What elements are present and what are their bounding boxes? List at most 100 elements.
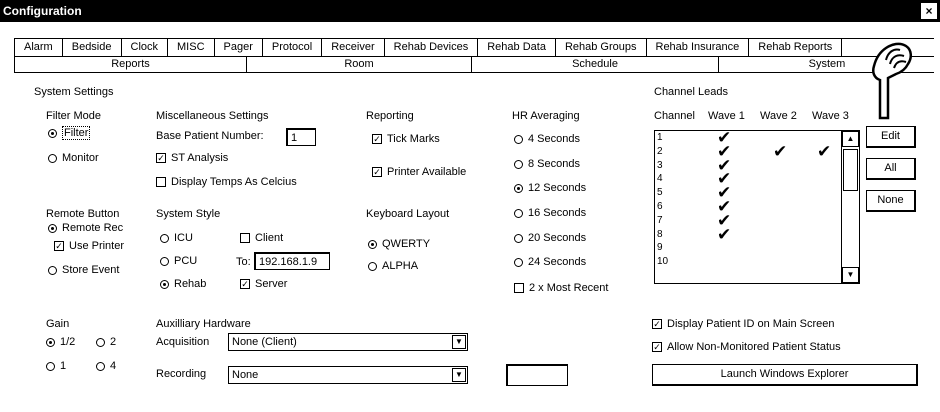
radio-dot-icon (46, 337, 55, 347)
misc-settings-label: Miscellaneous Settings (156, 110, 269, 122)
use-printer-checkbox[interactable]: ✓ Use Printer (54, 240, 124, 252)
keyboard-layout-label: Keyboard Layout (366, 208, 450, 220)
chevron-down-icon[interactable]: ▼ (452, 335, 466, 349)
monitor-radio[interactable]: Monitor (48, 152, 99, 164)
tab-room[interactable]: Room (247, 57, 472, 72)
server-checkbox[interactable]: ✓ Server (240, 278, 287, 290)
tab-schedule[interactable]: Schedule (472, 57, 719, 72)
gain-half-radio[interactable]: 1/2 (46, 336, 75, 348)
tick-marks-label: Tick Marks (387, 133, 440, 145)
gain-1-radio[interactable]: 1 (46, 360, 66, 372)
hr-averaging-label: HR Averaging (512, 110, 580, 122)
store-event-radio[interactable]: Store Event (48, 264, 119, 276)
tab-rehab-reports[interactable]: Rehab Reports (749, 39, 843, 57)
scroll-up-icon[interactable]: ▲ (842, 131, 859, 147)
tab-rehab-groups[interactable]: Rehab Groups (556, 39, 647, 57)
tab-bedside[interactable]: Bedside (63, 39, 122, 57)
tab-rehab-data[interactable]: Rehab Data (478, 39, 556, 57)
tab-protocol[interactable]: Protocol (263, 39, 323, 57)
channel-row-label[interactable]: 9 (657, 242, 663, 254)
tab-clock[interactable]: Clock (122, 39, 169, 57)
all-button[interactable]: All (866, 158, 916, 180)
none-button[interactable]: None (866, 190, 916, 212)
radio-dot-icon (160, 233, 169, 243)
tick-marks-checkbox[interactable]: ✓ Tick Marks (372, 133, 440, 145)
hr-24-seconds-radio[interactable]: 24 Seconds (514, 256, 586, 268)
launch-explorer-button[interactable]: Launch Windows Explorer (652, 364, 918, 386)
alpha-radio[interactable]: ALPHA (368, 260, 418, 272)
gain-4-radio[interactable]: 4 (96, 360, 116, 372)
tab-pager[interactable]: Pager (215, 39, 263, 57)
gain-2-radio[interactable]: 2 (96, 336, 116, 348)
hr-12-seconds-radio[interactable]: 12 Seconds (514, 182, 586, 194)
hr-12-seconds-label: 12 Seconds (528, 182, 587, 194)
recording-select[interactable]: None ▼ (228, 366, 468, 384)
qwerty-radio[interactable]: QWERTY (368, 238, 430, 250)
most-recent-checkbox[interactable]: 2 x Most Recent (514, 282, 608, 294)
close-icon[interactable]: × (921, 3, 937, 19)
gain-1-label: 1 (60, 360, 67, 372)
recording-extra-field[interactable] (506, 364, 568, 386)
st-analysis-label: ST Analysis (171, 152, 229, 164)
tab-alarm[interactable]: Alarm (14, 39, 63, 57)
radio-dot-icon (46, 361, 55, 371)
hr-4-seconds-radio[interactable]: 4 Seconds (514, 133, 580, 145)
checkmark-icon: ✓ (54, 241, 64, 251)
channel-row-label[interactable]: 8 (657, 229, 663, 241)
channel-row-label[interactable]: 2 (657, 146, 663, 158)
scroll-thumb[interactable] (843, 149, 858, 191)
hr-16-seconds-radio[interactable]: 16 Seconds (514, 207, 586, 219)
channel-row-label[interactable]: 5 (657, 187, 663, 199)
tab-receiver[interactable]: Receiver (322, 39, 385, 57)
radio-dot-icon (160, 256, 169, 266)
checkmark-icon: ✔ (717, 224, 732, 244)
allow-non-monitored-checkbox[interactable]: ✓ Allow Non-Monitored Patient Status (652, 341, 841, 353)
icu-radio[interactable]: ICU (160, 232, 193, 244)
tab-rehab-insurance[interactable]: Rehab Insurance (647, 39, 750, 57)
tab-rehab-devices[interactable]: Rehab Devices (385, 39, 479, 57)
radio-dot-icon (514, 159, 523, 169)
radio-dot-icon (48, 265, 57, 275)
radio-dot-icon (96, 361, 105, 371)
printer-available-checkbox[interactable]: ✓ Printer Available (372, 166, 466, 178)
channel-row-label[interactable]: 6 (657, 201, 663, 213)
display-patient-id-checkbox[interactable]: ✓ Display Patient ID on Main Screen (652, 318, 835, 330)
title-bar: Configuration × (0, 0, 940, 22)
acquisition-select[interactable]: None (Client) ▼ (228, 333, 468, 351)
display-temps-checkbox[interactable]: Display Temps As Celcius (156, 176, 297, 188)
server-address-input[interactable]: 192.168.1.9 (254, 252, 330, 270)
tab-misc[interactable]: MISC (168, 39, 215, 57)
checkmark-icon: ✓ (372, 167, 382, 177)
wave3-header: Wave 3 (812, 110, 849, 122)
rehab-radio[interactable]: Rehab (160, 278, 206, 290)
hand-pointer-icon (872, 42, 912, 120)
hr-16-seconds-label: 16 Seconds (528, 207, 587, 219)
radio-dot-icon (514, 134, 523, 144)
edit-button[interactable]: Edit (866, 126, 916, 148)
pcu-radio[interactable]: PCU (160, 255, 197, 267)
checkmark-icon: ✔ (773, 141, 788, 161)
checkmark-icon: ✓ (156, 153, 166, 163)
client-checkbox[interactable]: Client (240, 232, 283, 244)
channel-row-label[interactable]: 1 (657, 132, 663, 144)
channel-row-label[interactable]: 3 (657, 160, 663, 172)
st-analysis-checkbox[interactable]: ✓ ST Analysis (156, 152, 228, 164)
channel-row-label[interactable]: 7 (657, 215, 663, 227)
channel-row-label[interactable]: 4 (657, 173, 663, 185)
hr-8-seconds-radio[interactable]: 8 Seconds (514, 158, 580, 170)
use-printer-label: Use Printer (69, 240, 125, 252)
hr-20-seconds-radio[interactable]: 20 Seconds (514, 232, 586, 244)
tab-reports[interactable]: Reports (15, 57, 247, 72)
chevron-down-icon[interactable]: ▼ (452, 368, 466, 382)
remote-rec-radio[interactable]: Remote Rec (48, 222, 123, 234)
scroll-down-icon[interactable]: ▼ (842, 267, 859, 283)
to-label: To: (236, 256, 251, 268)
tab-strip-bottom: Reports Room Schedule System (14, 56, 935, 72)
tab-strip-top: Alarm Bedside Clock MISC Pager Protocol … (14, 38, 934, 57)
channel-list-scrollbar[interactable]: ▲ ▼ (841, 131, 859, 283)
channel-row-label[interactable]: 10 (657, 256, 668, 268)
channel-leads-label: Channel Leads (654, 86, 729, 98)
filter-radio[interactable]: Filter (48, 126, 91, 140)
base-patient-input[interactable]: 1 (286, 128, 316, 146)
channel-leads-list[interactable]: 1 ✔ 2 ✔ ✔ ✔ 3 ✔ 4 ✔ 5 ✔ 6 ✔ 7 ✔ 8 ✔ 9 10 ▲ ▼ (654, 129, 860, 284)
